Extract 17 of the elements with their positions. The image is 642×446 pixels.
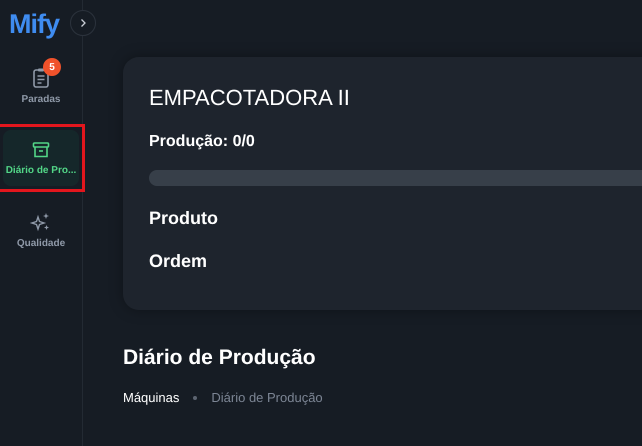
page-title: Diário de Produção — [123, 346, 317, 370]
notification-badge: 5 — [43, 58, 61, 76]
breadcrumb-separator — [193, 396, 198, 400]
field-label: Ordem — [149, 251, 208, 272]
clipboard-icon — [31, 67, 51, 89]
machine-title: EMPACOTADORA II — [149, 85, 351, 111]
nav-item[interactable]: Qualidade — [3, 202, 79, 258]
breadcrumb-link[interactable]: Máquinas — [123, 390, 180, 405]
breadcrumb-current: Diário de Produção — [211, 390, 323, 405]
logo: Mify — [9, 9, 59, 40]
expand-button[interactable] — [70, 10, 96, 36]
chevron-right-icon — [78, 18, 88, 28]
nav-item[interactable]: Diário de Pro... — [3, 130, 79, 186]
nav-item[interactable]: 5 Paradas — [3, 58, 79, 114]
production-count: Produção: 0/0 — [149, 133, 256, 151]
field-label: Produto — [149, 208, 219, 229]
archive-box-icon — [31, 140, 51, 160]
